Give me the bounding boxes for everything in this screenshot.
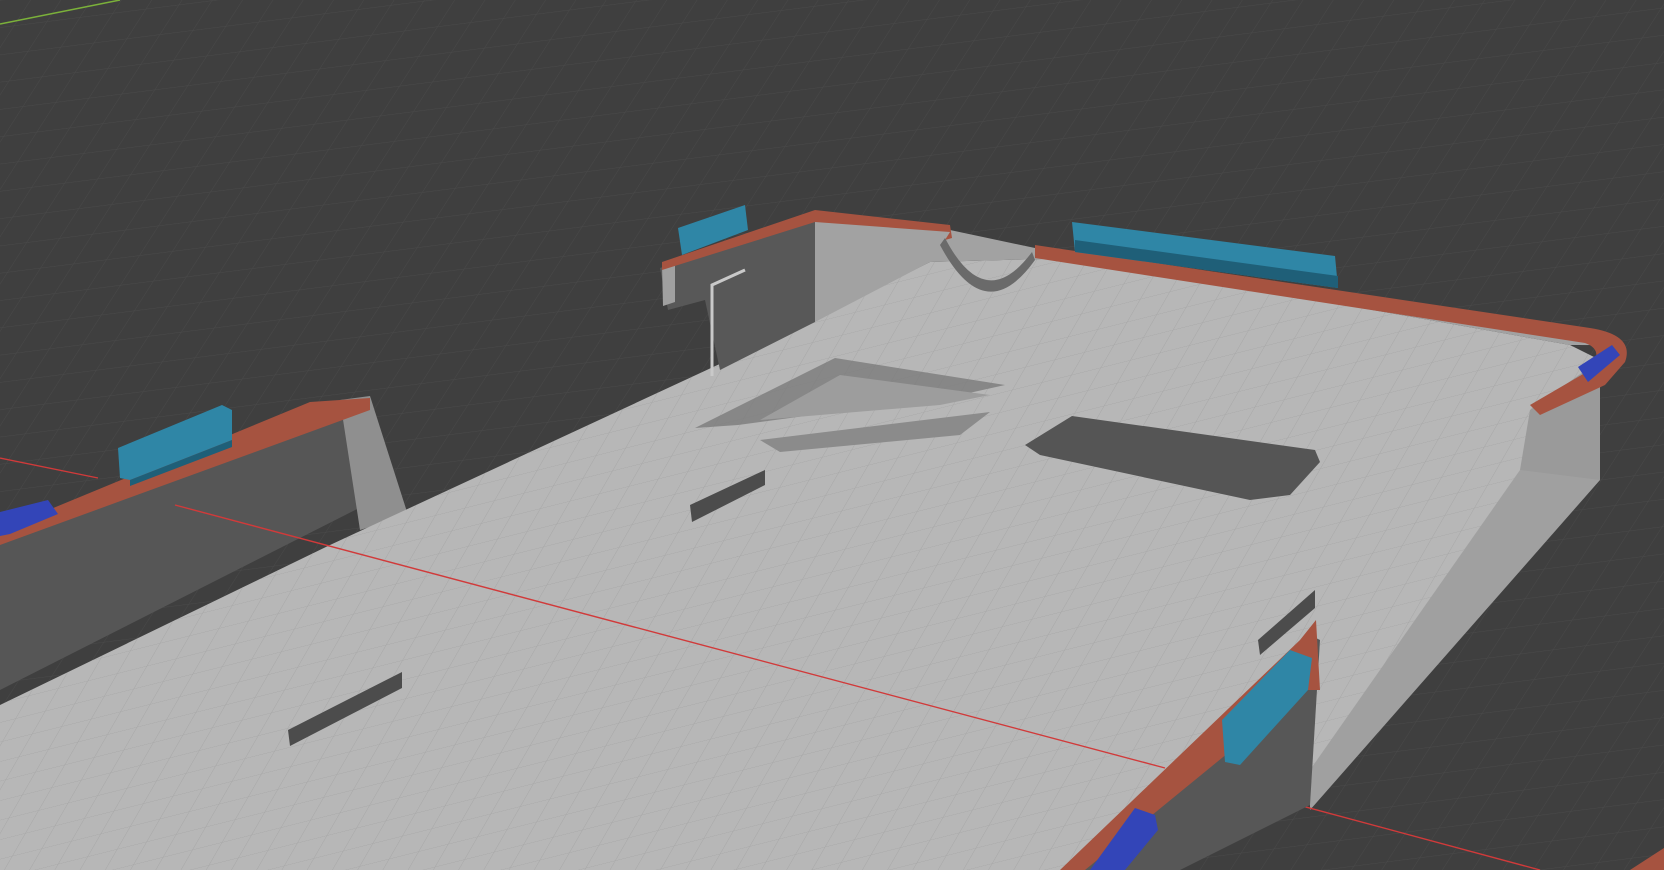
3d-viewport[interactable]: [0, 0, 1664, 870]
viewport-canvas[interactable]: [0, 0, 1664, 870]
